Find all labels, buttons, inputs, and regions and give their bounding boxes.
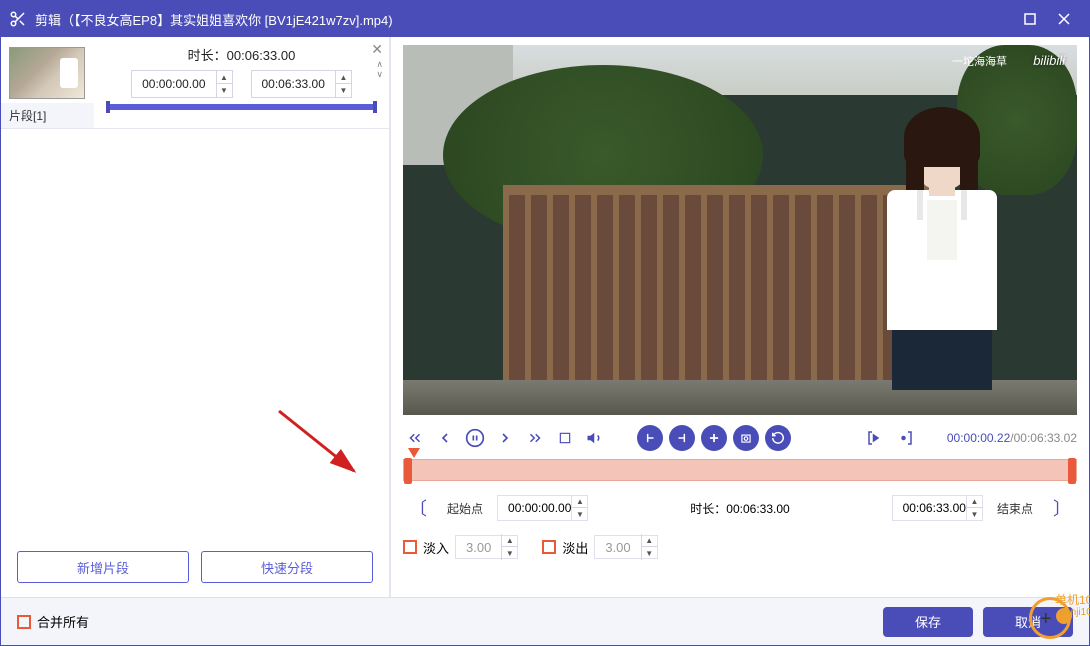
- merge-all-label: 合并所有: [37, 612, 89, 631]
- window-title: 剪辑（【不良女高EP8】其实姐姐喜欢你 [BV1jE421w7zv].mp4): [35, 10, 1013, 29]
- timeline-track[interactable]: [403, 459, 1077, 481]
- preview-panel: 一坨海海草 bilibili: [391, 37, 1089, 597]
- mark-out-icon[interactable]: [669, 425, 695, 451]
- spin-up-icon[interactable]: ▲: [642, 534, 657, 547]
- bracket-start-icon[interactable]: [863, 426, 887, 450]
- prev-frame-icon[interactable]: [433, 426, 457, 450]
- bracket-end-icon[interactable]: [893, 426, 917, 450]
- fade-in-label: 淡入: [423, 538, 449, 557]
- spinner: ▲▼: [335, 71, 351, 97]
- range-start-input[interactable]: 00:00:00.00 ▲▼: [497, 495, 588, 521]
- volume-icon[interactable]: [583, 426, 607, 450]
- range-row: 〔 起始点 00:00:00.00 ▲▼ 时长：00:06:33.00 00:0…: [403, 495, 1077, 521]
- segment-thumb-col: 片段[1]: [1, 37, 94, 128]
- skip-start-icon[interactable]: [403, 426, 427, 450]
- fade-in-input[interactable]: 3.00 ▲▼: [455, 535, 518, 559]
- segment-label: 片段[1]: [1, 103, 94, 128]
- spin-up-icon[interactable]: ▲: [336, 71, 351, 84]
- snapshot-icon[interactable]: [733, 425, 759, 451]
- fade-out-checkbox[interactable]: [542, 540, 556, 554]
- spin-up-icon[interactable]: ▲: [502, 534, 517, 547]
- logo-text: 单机100网: [1055, 591, 1090, 608]
- undo-icon[interactable]: [765, 425, 791, 451]
- quick-split-button[interactable]: 快速分段: [201, 551, 373, 583]
- range-end-bracket-icon[interactable]: 〕: [1047, 495, 1077, 521]
- trim-start-handle[interactable]: [404, 458, 412, 484]
- mark-in-icon[interactable]: [637, 425, 663, 451]
- segment-up-icon[interactable]: ∧: [376, 59, 383, 69]
- segment-info: ✕ ∧ ∨ 时长：00:06:33.00 00:00:00.00 ▲▼: [94, 37, 389, 128]
- add-icon[interactable]: [701, 425, 727, 451]
- spin-down-icon[interactable]: ▼: [572, 508, 587, 521]
- segment-time-inputs: 00:00:00.00 ▲▼ 00:06:33.00 ▲▼: [104, 70, 379, 98]
- segment-actions: 新增片段 快速分段: [1, 541, 389, 597]
- merge-all-group: 合并所有: [17, 612, 89, 631]
- fade-out-label: 淡出: [562, 538, 588, 557]
- fade-out-group: 淡出 3.00 ▲▼: [542, 535, 657, 559]
- spin-down-icon[interactable]: ▼: [642, 547, 657, 560]
- save-button[interactable]: 保存: [883, 607, 973, 637]
- minimize-button[interactable]: [1013, 1, 1047, 37]
- segment-end-input[interactable]: 00:06:33.00 ▲▼: [251, 70, 352, 98]
- range-end-input[interactable]: 00:06:33.00 ▲▼: [892, 495, 983, 521]
- footer: 合并所有 保存 取消 + 单机100网 danji100.com: [1, 597, 1089, 645]
- spin-down-icon[interactable]: ▼: [217, 84, 232, 97]
- playhead-icon[interactable]: [408, 448, 420, 458]
- left-spacer: [1, 129, 389, 541]
- segment-duration: 时长：00:06:33.00: [104, 45, 379, 64]
- segment-item[interactable]: 片段[1] ✕ ∧ ∨ 时长：00:06:33.00 00:00:00.00 ▲: [1, 37, 389, 129]
- range-end-label: 结束点: [983, 500, 1047, 517]
- main-area: 片段[1] ✕ ∧ ∨ 时长：00:06:33.00 00:00:00.00 ▲: [1, 37, 1089, 597]
- close-button[interactable]: [1047, 1, 1081, 37]
- segment-reorder: ∧ ∨: [376, 59, 383, 79]
- annotation-arrow-icon: [269, 401, 369, 501]
- trim-end-handle[interactable]: [1068, 458, 1076, 484]
- segments-panel: 片段[1] ✕ ∧ ∨ 时长：00:06:33.00 00:00:00.00 ▲: [1, 37, 391, 597]
- add-segment-button[interactable]: 新增片段: [17, 551, 189, 583]
- next-frame-icon[interactable]: [493, 426, 517, 450]
- range-start-label: 起始点: [433, 500, 497, 517]
- spin-down-icon[interactable]: ▼: [336, 84, 351, 97]
- segment-range-track[interactable]: [106, 104, 377, 110]
- segment-start-input[interactable]: 00:00:00.00 ▲▼: [131, 70, 232, 98]
- fade-row: 淡入 3.00 ▲▼ 淡出 3.00 ▲▼: [403, 535, 1077, 559]
- fade-in-group: 淡入 3.00 ▲▼: [403, 535, 518, 559]
- close-segment-icon[interactable]: ✕: [371, 41, 383, 58]
- title-bar: 剪辑（【不良女高EP8】其实姐姐喜欢你 [BV1jE421w7zv].mp4): [1, 1, 1089, 37]
- scissors-icon: [9, 10, 27, 28]
- spin-up-icon[interactable]: ▲: [217, 71, 232, 84]
- watermark-user: 一坨海海草: [952, 53, 1007, 69]
- site-logo: + 单机100网 danji100.com: [1029, 597, 1071, 639]
- logo-url: danji100.com: [1060, 607, 1090, 618]
- total-time: /00:06:33.02: [1010, 431, 1077, 445]
- fade-out-input[interactable]: 3.00 ▲▼: [594, 535, 657, 559]
- stop-icon[interactable]: [553, 426, 577, 450]
- segment-down-icon[interactable]: ∨: [376, 69, 383, 79]
- video-preview[interactable]: 一坨海海草 bilibili: [403, 45, 1077, 415]
- fade-in-checkbox[interactable]: [403, 540, 417, 554]
- range-duration: 时长：00:06:33.00: [588, 500, 891, 517]
- play-pause-icon[interactable]: [463, 426, 487, 450]
- spin-up-icon[interactable]: ▲: [967, 495, 982, 508]
- spin-down-icon[interactable]: ▼: [967, 508, 982, 521]
- skip-end-icon[interactable]: [523, 426, 547, 450]
- range-start-bracket-icon[interactable]: 〔: [403, 495, 433, 521]
- spinner: ▲▼: [216, 71, 232, 97]
- spin-down-icon[interactable]: ▼: [502, 547, 517, 560]
- playback-controls: 00:00:00.22/00:06:33.02: [403, 415, 1077, 459]
- watermark-brand: bilibili: [1033, 53, 1065, 68]
- merge-all-checkbox[interactable]: [17, 615, 31, 629]
- plus-icon: +: [1040, 608, 1052, 631]
- current-time: 00:00:00.22: [947, 431, 1010, 445]
- segment-thumbnail[interactable]: [9, 47, 85, 99]
- time-display: 00:00:00.22/00:06:33.02: [947, 431, 1077, 445]
- app-window: 剪辑（【不良女高EP8】其实姐姐喜欢你 [BV1jE421w7zv].mp4) …: [0, 0, 1090, 646]
- spin-up-icon[interactable]: ▲: [572, 495, 587, 508]
